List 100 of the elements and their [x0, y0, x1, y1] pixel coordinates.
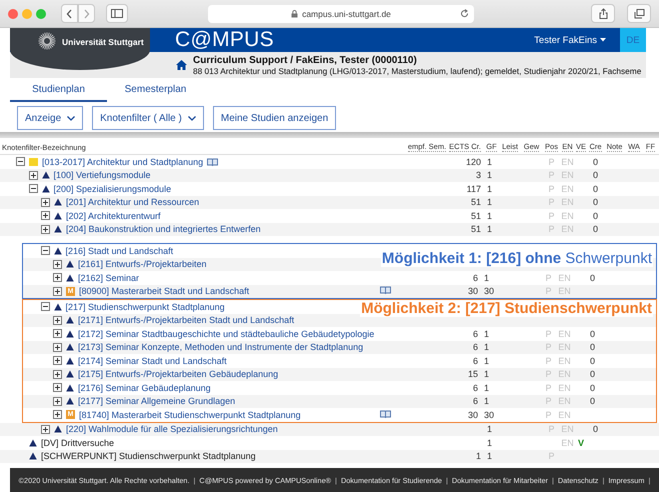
- table-cell: P: [545, 382, 552, 393]
- annotation-label: Möglichkeit 2: [217] Studienschwerpunkt: [360, 300, 653, 317]
- caret-icon: [188, 116, 196, 120]
- table-cell: 0: [590, 356, 595, 366]
- tabs-icon[interactable]: [627, 4, 651, 23]
- caret-icon: [67, 116, 76, 120]
- node-label: [DV] Drittversuche: [41, 438, 114, 448]
- expand-toggle-icon[interactable]: [53, 370, 62, 379]
- back-icon[interactable]: [61, 4, 78, 23]
- table-cell: 0: [590, 382, 595, 393]
- tab[interactable]: Semesterplan: [107, 78, 204, 102]
- table-cell-text: 6: [472, 342, 479, 352]
- node-link[interactable]: [2173] Seminar Konzepte, Methoden und Instrumente der Stadtplanung: [78, 342, 364, 352]
- expand-toggle-icon[interactable]: [53, 396, 62, 406]
- node-link[interactable]: [2161] Entwurfs-/Projektarbeiten: [78, 259, 207, 270]
- expand-toggle-icon[interactable]: [53, 356, 62, 366]
- table-cell-text: 6: [472, 382, 479, 393]
- context-title: Curriculum Support / FakEins, Tester (0000110): [193, 54, 418, 66]
- dropdown-button[interactable]: Knotenfilter ( Alle ): [92, 106, 204, 130]
- expand-toggle-icon[interactable]: [41, 211, 50, 220]
- table-cell: P: [545, 410, 552, 420]
- dropdown-button[interactable]: Anzeige: [17, 106, 84, 130]
- tab[interactable]: Studienplan: [10, 78, 107, 102]
- table-cell: 0: [592, 424, 598, 434]
- node-link[interactable]: [204] Baukonstruktion und integriertes Entwerfen: [66, 224, 261, 234]
- node-link[interactable]: [216] Stadt und Landschaft: [66, 246, 174, 256]
- caret-icon: [600, 38, 606, 42]
- book-icon[interactable]: [380, 286, 391, 294]
- expand-toggle-icon[interactable]: [53, 286, 62, 296]
- table-cell-text: 1: [486, 424, 492, 434]
- table-cell: 0: [590, 328, 595, 339]
- table-cell-text: 30: [468, 410, 479, 420]
- table-cell: 0: [592, 224, 598, 234]
- node-link[interactable]: [2174] Seminar Stadt und Landschaft: [78, 356, 227, 366]
- expand-toggle-icon[interactable]: [53, 410, 62, 420]
- expand-toggle-icon[interactable]: [53, 342, 62, 352]
- table-cell-text: 30: [483, 286, 494, 296]
- node-link[interactable]: [2162] Seminar: [78, 272, 140, 283]
- table-cell-text: 1: [486, 156, 492, 167]
- table-cell: P: [545, 272, 552, 283]
- table-cell-text: 1: [483, 272, 490, 283]
- table-cell-text: 6: [472, 272, 479, 283]
- node-link[interactable]: [2172] Seminar Stadtbaugeschichte und städtebauliche Gebäudetypologie: [78, 328, 374, 339]
- expand-toggle-icon[interactable]: [41, 224, 50, 234]
- table-cell-text: 30: [483, 410, 494, 420]
- table-cell-text: 15: [468, 369, 479, 380]
- node-link[interactable]: [81740] Masterarbeit Studienschwerpunkt Stadtplanung: [79, 410, 301, 420]
- table-cell: 0: [590, 342, 595, 352]
- node-link[interactable]: [2175] Entwurfs-/Projektarbeiten Gebäudeplanung: [78, 369, 278, 380]
- table-cell: 0: [590, 369, 595, 380]
- expand-toggle-icon[interactable]: [28, 170, 38, 180]
- collapse-toggle-icon[interactable]: [28, 184, 38, 194]
- app-logo: C@MPUS: [175, 28, 274, 52]
- expand-toggle-icon[interactable]: [53, 316, 62, 325]
- collapse-toggle-icon[interactable]: [40, 302, 50, 312]
- book-icon[interactable]: [380, 410, 391, 418]
- annotation-label: Möglichkeit 1: [216] ohne Schwerpunkt: [380, 250, 653, 267]
- toolbar-button[interactable]: Meine Studien anzeigen: [212, 106, 336, 130]
- node-link[interactable]: [100] Vertiefungsmodule: [54, 170, 151, 180]
- table-cell-text: 1: [486, 438, 492, 448]
- table-cell: 0: [590, 272, 595, 283]
- table-cell-text: 30: [468, 286, 479, 296]
- university-name: Universität Stuttgart: [62, 37, 144, 47]
- table-cell: 0: [592, 197, 598, 208]
- address-bar[interactable]: campus.uni-stuttgart.de: [208, 4, 474, 22]
- table-cell: P: [545, 328, 552, 339]
- sidebar-icon[interactable]: [106, 4, 128, 23]
- node-link[interactable]: [200] Spezialisierungsmodule: [54, 184, 172, 194]
- node-link[interactable]: [2176] Seminar Gebäudeplanung: [78, 382, 211, 393]
- table-cell-text: 1: [483, 342, 490, 352]
- table-cell: EN: [558, 382, 571, 393]
- expand-toggle-icon[interactable]: [53, 329, 62, 338]
- node-link[interactable]: [220] Wahlmodule für alle Spezialisierungsrichtungen: [66, 424, 278, 434]
- expand-toggle-icon[interactable]: [53, 383, 62, 392]
- node-link[interactable]: [217] Studienschwerpunkt Stadtplanung: [66, 302, 225, 312]
- collapse-toggle-icon[interactable]: [16, 157, 25, 166]
- expand-toggle-icon[interactable]: [53, 260, 62, 269]
- home-icon[interactable]: [176, 60, 187, 70]
- expand-toggle-icon[interactable]: [41, 198, 50, 207]
- node-link[interactable]: [201] Architektur und Ressourcen: [66, 197, 200, 208]
- table-cell: EN: [558, 272, 571, 283]
- reload-icon[interactable]: [460, 9, 469, 18]
- node-link[interactable]: [80900] Masterarbeit Stadt und Landschaft: [79, 286, 250, 296]
- book-icon[interactable]: [207, 158, 218, 166]
- node-link[interactable]: [013-2017] Architektur und Stadtplanung: [42, 156, 204, 167]
- expand-toggle-icon[interactable]: [41, 424, 50, 434]
- table-cell: EN: [561, 184, 574, 194]
- table-cell-text: 1: [483, 382, 490, 393]
- collapse-toggle-icon[interactable]: [40, 246, 50, 256]
- table-cell-text: 6: [472, 356, 479, 366]
- share-icon[interactable]: [591, 4, 615, 23]
- table-cell-text: 1: [483, 369, 490, 380]
- expand-toggle-icon[interactable]: [53, 273, 62, 282]
- table-cell-text: 1: [486, 451, 492, 462]
- node-link[interactable]: [2177] Seminar Allgemeine Grundlagen: [78, 396, 236, 406]
- node-link[interactable]: [202] Architekturentwurf: [66, 210, 161, 221]
- table-cell-text: 51: [470, 224, 482, 234]
- table-cell: 0: [592, 170, 598, 180]
- user-menu[interactable]: Tester FakEins: [534, 34, 606, 46]
- table-cell: EN: [561, 210, 574, 221]
